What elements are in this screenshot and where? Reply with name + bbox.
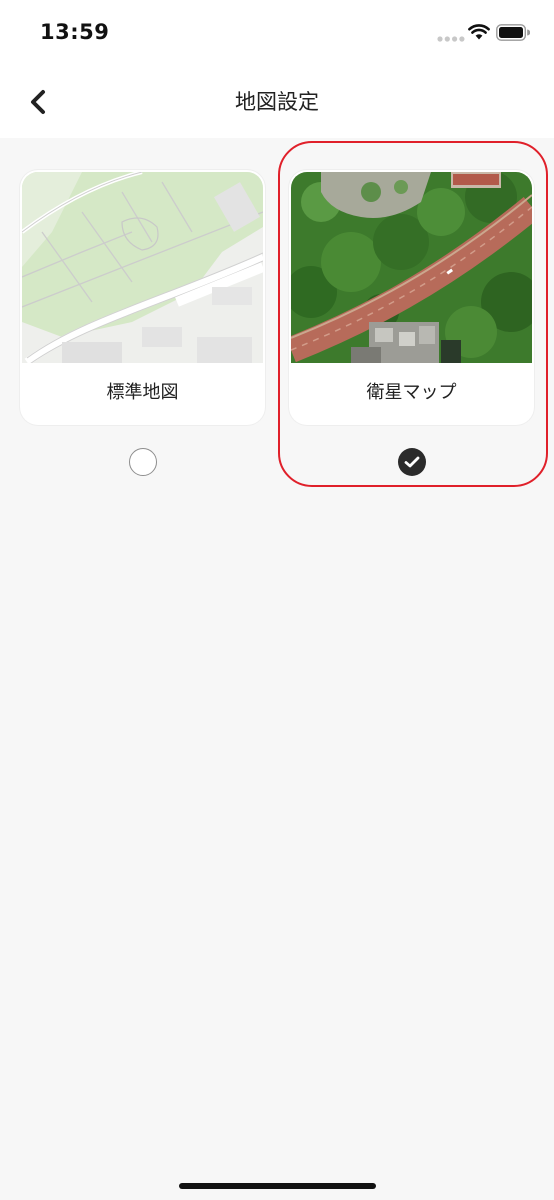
signal-dots-icon	[437, 36, 465, 42]
status-time: 13:59	[40, 20, 110, 44]
standard-map-radio[interactable]	[129, 448, 157, 476]
checkmark-icon	[404, 456, 420, 468]
satellite-map-radio[interactable]	[398, 448, 426, 476]
standard-map-card[interactable]: 標準地図	[20, 170, 265, 425]
page-title: 地図設定	[235, 90, 319, 114]
navigation-header: 地図設定	[0, 66, 554, 138]
satellite-map-thumbnail	[291, 172, 532, 363]
wifi-icon	[468, 24, 490, 40]
standard-map-thumbnail	[22, 172, 263, 363]
standard-map-label: 標準地図	[106, 382, 179, 403]
satellite-map-label: 衛星マップ	[366, 382, 457, 403]
map-settings-screen: 13:59 地図設定 標準地図 衛星マップ	[0, 0, 554, 1200]
home-indicator	[179, 1183, 376, 1189]
battery-icon	[496, 24, 530, 41]
status-bar: 13:59	[0, 0, 554, 66]
satellite-map-card[interactable]: 衛星マップ	[289, 170, 534, 425]
